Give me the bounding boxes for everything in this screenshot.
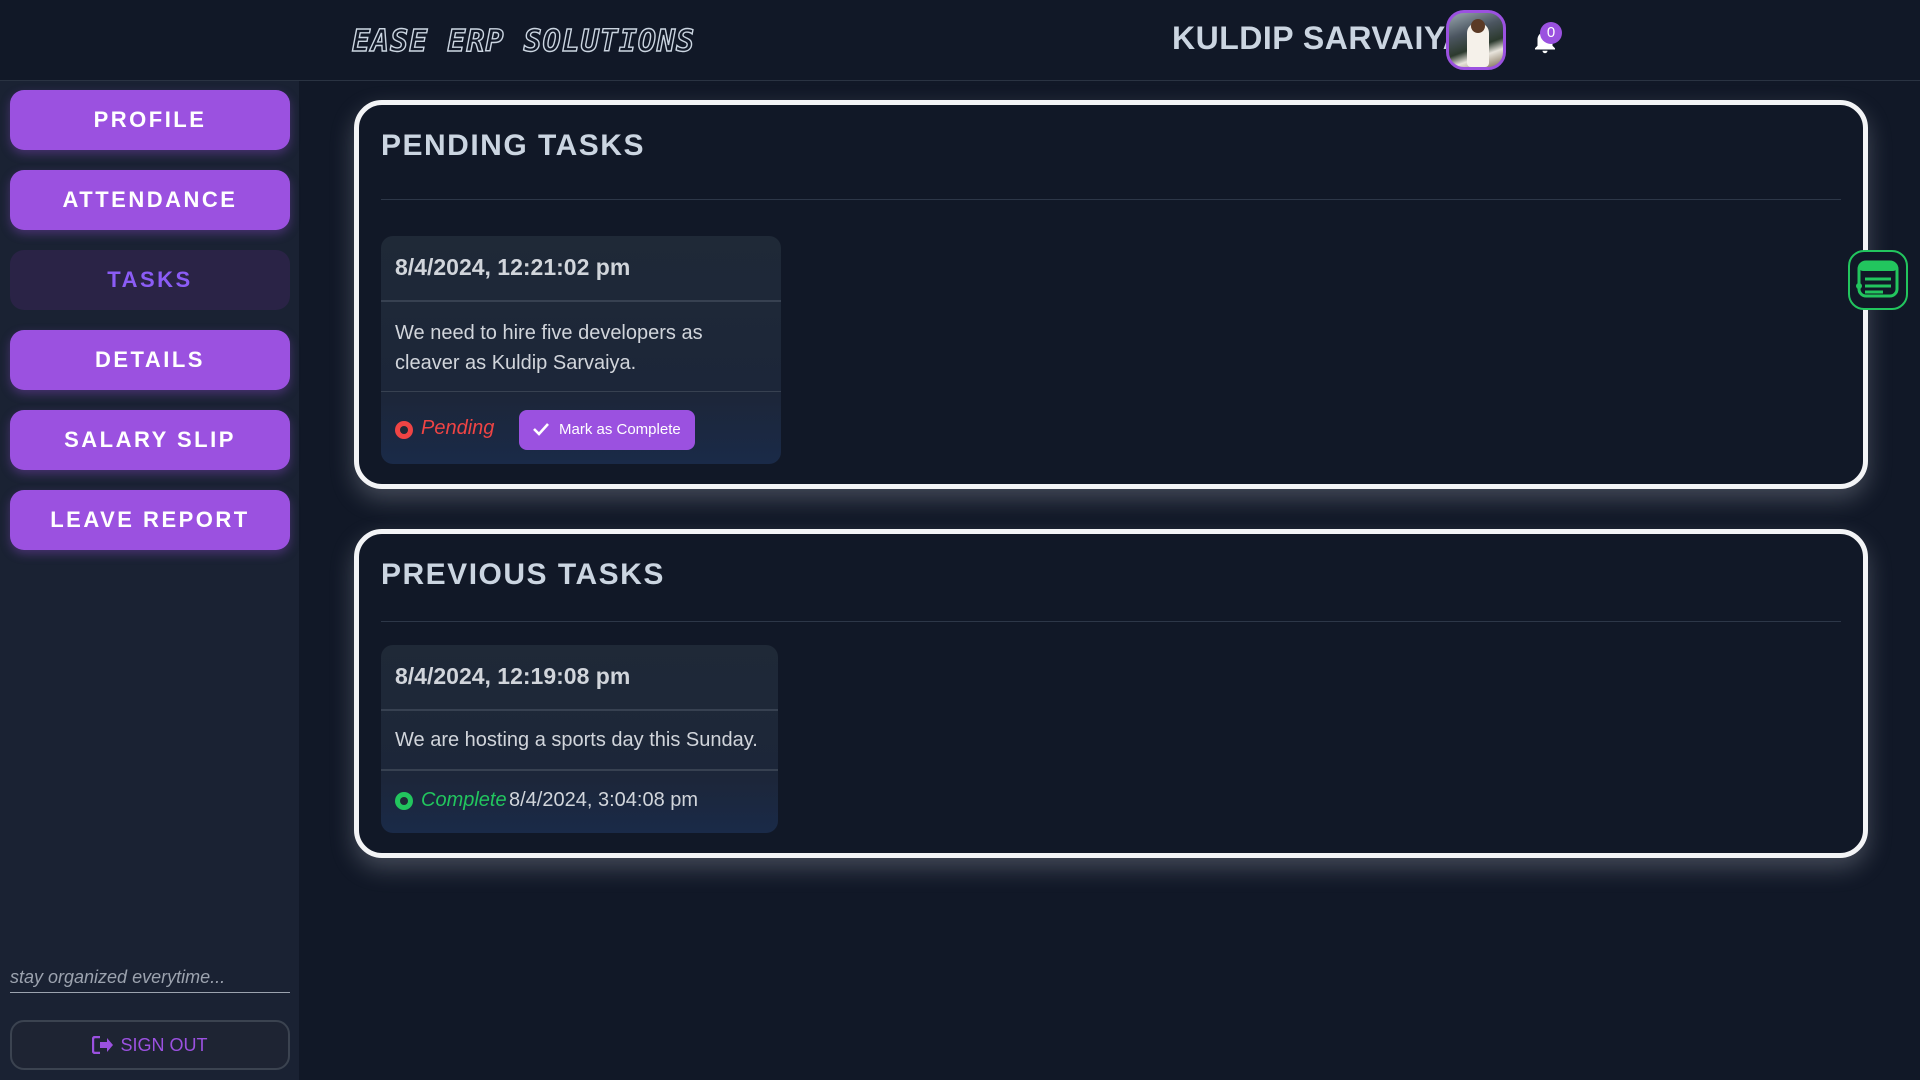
- notification-badge: 0: [1540, 22, 1562, 44]
- task-date: 8/4/2024, 12:21:02 pm: [395, 254, 631, 280]
- check-icon: [533, 423, 549, 436]
- sidebar-item-leave-report[interactable]: LEAVE REPORT: [10, 490, 290, 550]
- task-separator: [381, 300, 781, 302]
- pending-tasks-section: PENDING TASKS 8/4/2024, 12:21:02 pm We n…: [354, 100, 1868, 489]
- top-header: EASE ERP SOLUTIONS KULDIP SARVAIYA 0: [0, 0, 1920, 81]
- sidebar-item-details[interactable]: DETAILS: [10, 330, 290, 390]
- section-divider: [381, 199, 1841, 200]
- task-separator: [381, 769, 778, 771]
- pending-status-icon: [395, 421, 413, 439]
- task-status: Pending: [421, 417, 495, 439]
- sign-out-label: SIGN OUT: [120, 1035, 208, 1055]
- task-date: 8/4/2024, 12:19:08 pm: [395, 663, 631, 689]
- task-status: Complete: [421, 789, 507, 811]
- task-description: We are hosting a sports day this Sunday.: [395, 729, 758, 751]
- task-description-line: We need to hire five developers as: [395, 322, 703, 344]
- mark-as-complete-label: Mark as Complete: [559, 421, 681, 438]
- sidebar-item-tasks[interactable]: TASKS: [10, 250, 290, 310]
- task-separator: [381, 391, 781, 392]
- task-description: We need to hire five developers as cleav…: [395, 318, 703, 378]
- pending-task-card: 8/4/2024, 12:21:02 pm We need to hire fi…: [381, 236, 781, 464]
- sign-out-button[interactable]: SIGN OUT: [10, 1020, 290, 1070]
- sidebar-item-salary-slip[interactable]: SALARY SLIP: [10, 410, 290, 470]
- notes-widget-button[interactable]: [1848, 250, 1908, 310]
- sidebar-tagline: stay organized everytime...: [10, 967, 290, 993]
- previous-tasks-title: PREVIOUS TASKS: [381, 558, 665, 591]
- previous-tasks-section: PREVIOUS TASKS 8/4/2024, 12:19:08 pm We …: [354, 529, 1868, 858]
- complete-status-icon: [395, 792, 413, 810]
- mark-as-complete-button[interactable]: Mark as Complete: [519, 410, 695, 450]
- section-divider: [381, 621, 1841, 622]
- sign-out-icon: [92, 1035, 114, 1055]
- app-logo[interactable]: EASE ERP SOLUTIONS: [351, 23, 695, 59]
- pending-tasks-title: PENDING TASKS: [381, 129, 645, 162]
- user-name: KULDIP SARVAIYA: [1172, 20, 1467, 56]
- task-description-line: cleaver as Kuldip Sarvaiya.: [395, 352, 637, 374]
- sidebar-item-profile[interactable]: PROFILE: [10, 90, 290, 150]
- user-avatar[interactable]: [1446, 10, 1506, 70]
- completed-timestamp: 8/4/2024, 3:04:08 pm: [509, 789, 699, 811]
- notes-icon: [1856, 260, 1899, 298]
- previous-task-card: 8/4/2024, 12:19:08 pm We are hosting a s…: [381, 645, 778, 833]
- sidebar: PROFILE ATTENDANCE TASKS DETAILS SALARY …: [0, 81, 299, 1080]
- avatar-head: [1471, 19, 1485, 33]
- task-separator: [381, 709, 778, 711]
- sidebar-item-attendance[interactable]: ATTENDANCE: [10, 170, 290, 230]
